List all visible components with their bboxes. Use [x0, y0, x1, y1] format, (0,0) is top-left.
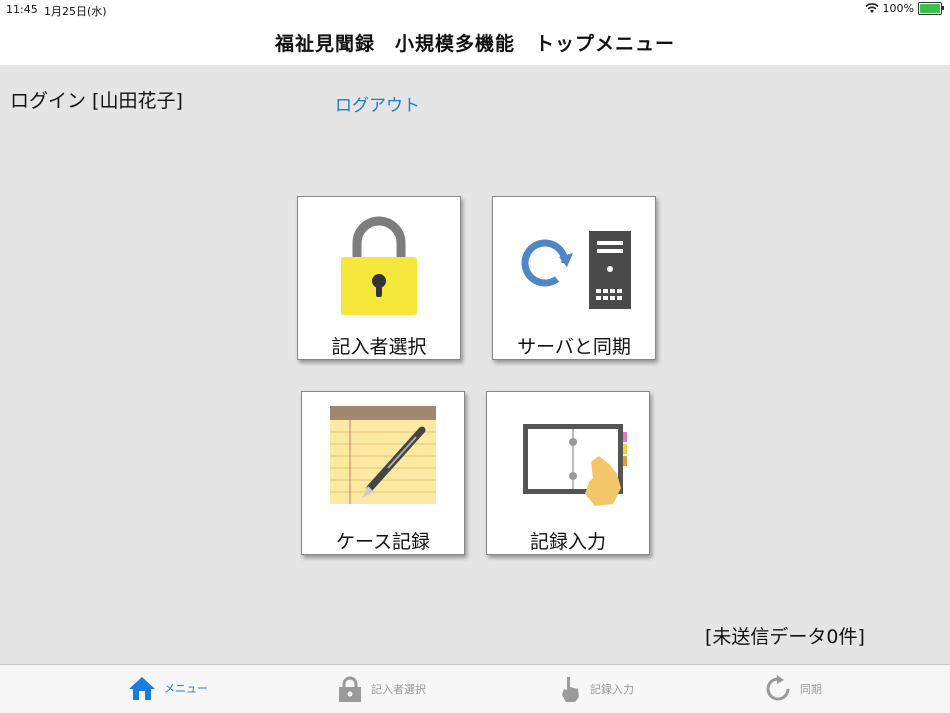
tile-label: サーバと同期	[517, 336, 631, 358]
hand-icon	[562, 677, 579, 702]
tab-writer-select[interactable]: 記入者選択	[337, 675, 426, 703]
lock-icon	[339, 676, 361, 702]
tab-label: 同期	[800, 683, 822, 696]
unsent-data-count: [未送信データ0件]	[705, 626, 865, 648]
tile-case-record[interactable]: ケース記録	[301, 391, 465, 555]
login-status: ログイン [山田花子]	[10, 90, 183, 112]
battery-icon	[918, 2, 944, 15]
tab-label: 記録入力	[590, 683, 634, 696]
server-sync-icon	[521, 231, 631, 309]
tab-bar: メニュー 記入者選択 記録入力 同期	[0, 664, 950, 713]
tab-menu[interactable]: メニュー	[128, 675, 208, 701]
binder-hand-icon	[523, 424, 627, 506]
tile-label: 記入者選択	[331, 336, 427, 358]
navigation-bar: 福祉見聞録 小規模多機能 トップメニュー	[0, 20, 950, 65]
tab-record-input[interactable]: 記録入力	[558, 675, 634, 703]
status-date: 1月25日(水)	[44, 5, 107, 18]
logout-link[interactable]: ログアウト	[335, 91, 420, 116]
tab-label: メニュー	[164, 682, 208, 695]
status-right: 100%	[864, 2, 944, 15]
wifi-icon	[864, 3, 879, 13]
tab-label: 記入者選択	[371, 683, 426, 696]
tile-record-input[interactable]: 記録入力	[486, 391, 650, 555]
status-time: 11:45	[6, 3, 38, 16]
tile-server-sync[interactable]: サーバと同期	[492, 196, 656, 360]
page-title: 福祉見聞録 小規模多機能 トップメニュー	[274, 33, 675, 55]
tab-sync[interactable]: 同期	[764, 675, 822, 703]
notepad-pen-icon	[330, 406, 436, 504]
sync-icon	[766, 675, 790, 701]
home-icon	[129, 677, 155, 700]
tile-label: ケース記録	[335, 531, 431, 553]
lock-icon	[341, 216, 417, 315]
tile-writer-select[interactable]: 記入者選択	[297, 196, 461, 360]
battery-percent: 100%	[882, 2, 914, 15]
tile-label: 記録入力	[529, 531, 606, 553]
status-bar: 11:45 1月25日(水) 100%	[0, 0, 950, 20]
